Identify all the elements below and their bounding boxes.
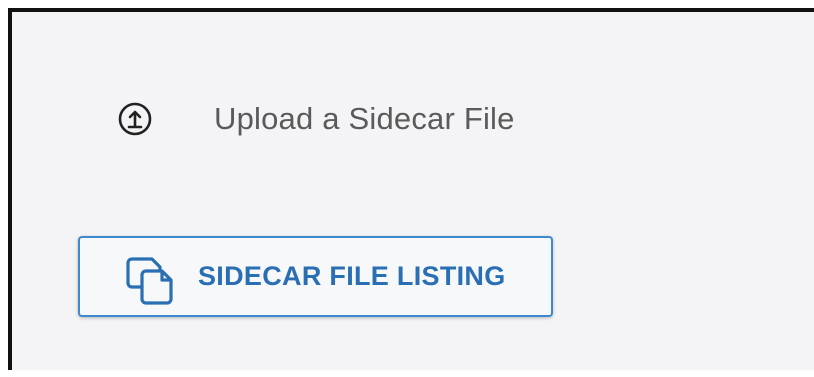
sidecar-file-listing-label: SIDECAR FILE LISTING bbox=[198, 261, 506, 291]
screenshot-frame: Upload a Sidecar File SIDECAR FILE LISTI… bbox=[0, 0, 814, 377]
upload-sidecar-link[interactable]: Upload a Sidecar File bbox=[118, 96, 515, 142]
panel-bottom-edge bbox=[8, 370, 814, 377]
copy-files-icon bbox=[122, 249, 182, 305]
upload-circle-icon bbox=[118, 102, 152, 136]
upload-sidecar-label: Upload a Sidecar File bbox=[214, 101, 515, 136]
sidecar-file-listing-button[interactable]: SIDECAR FILE LISTING bbox=[78, 236, 553, 317]
